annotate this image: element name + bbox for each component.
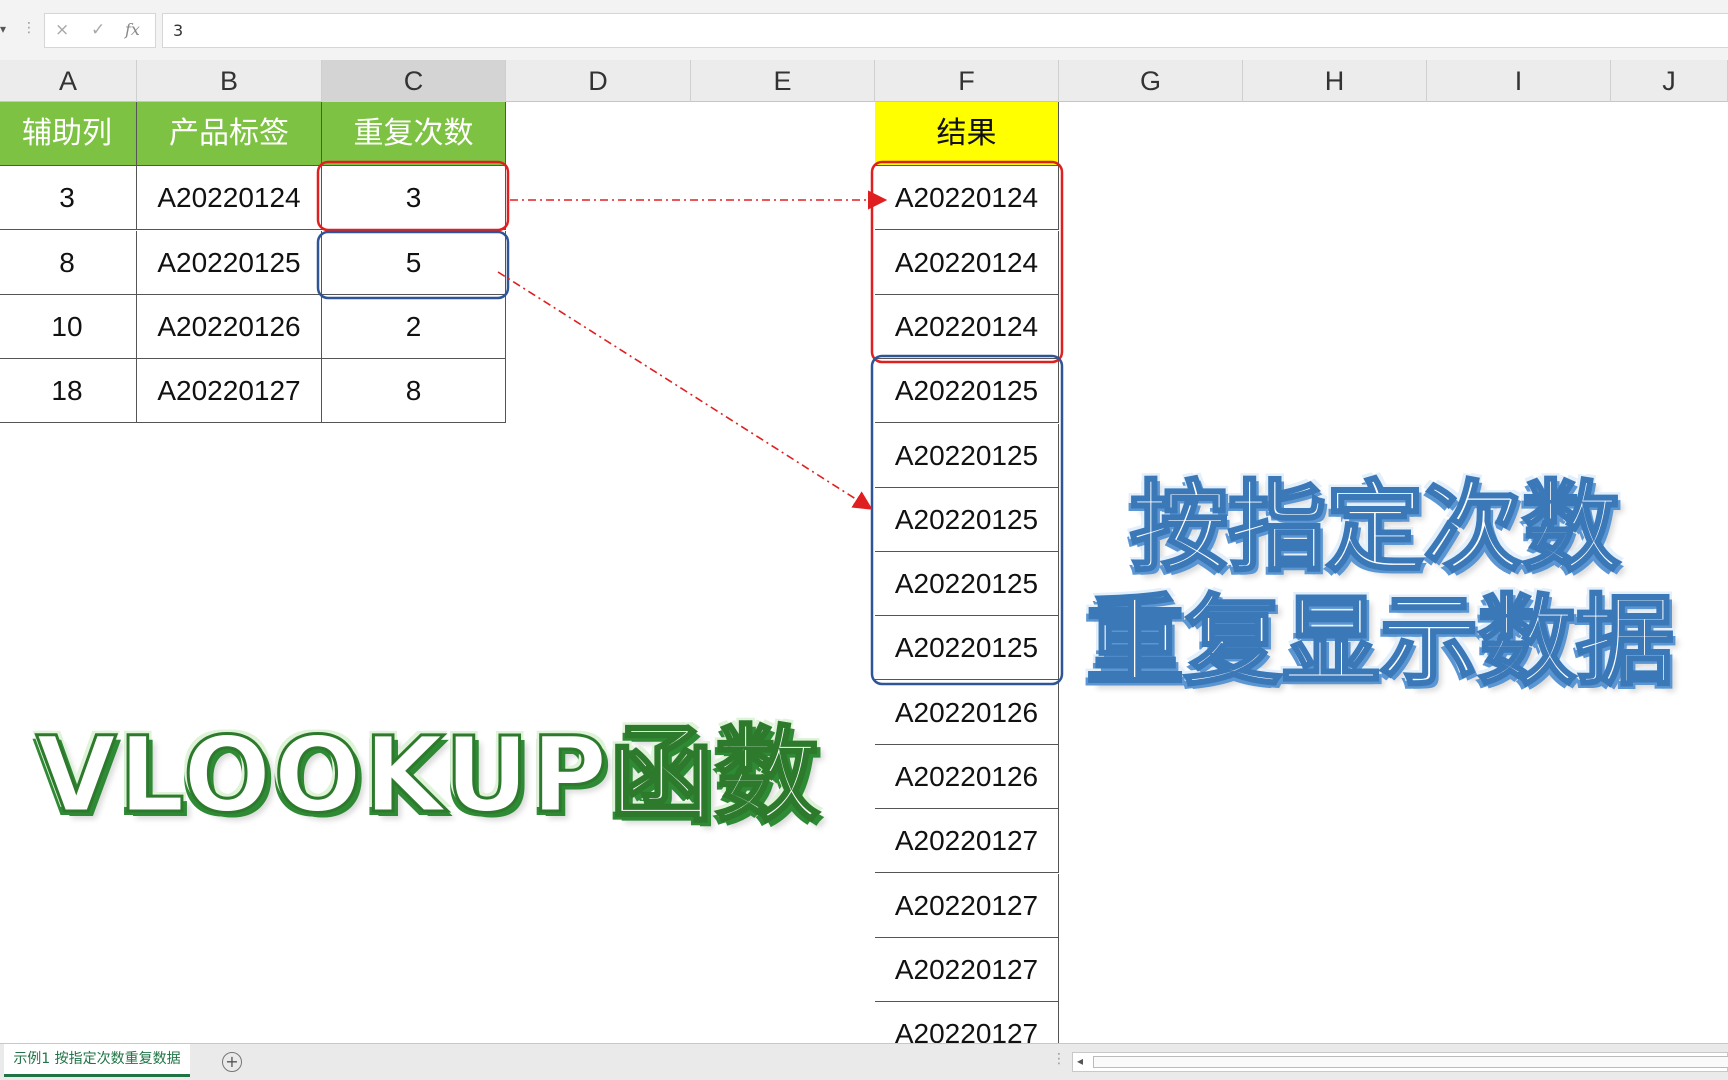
scroll-separator-icon[interactable]: ⋮	[1052, 1051, 1066, 1067]
highlight-box-result-red	[870, 160, 1064, 364]
arrow-to-result-blue	[497, 271, 873, 510]
sheet-tab[interactable]: 示例1 按指定次数重复数据	[4, 1044, 190, 1077]
scrollbar-thumb[interactable]	[1093, 1056, 1728, 1068]
horizontal-scrollbar[interactable]: ◂	[1072, 1052, 1728, 1072]
highlight-box-c4	[316, 230, 510, 300]
highlight-box-result-blue	[870, 354, 1064, 686]
status-bar: 示例1 按指定次数重复数据 + ⋮ ◂	[0, 1043, 1728, 1080]
scroll-left-icon[interactable]: ◂	[1077, 1054, 1083, 1068]
highlight-box-c3	[316, 160, 510, 232]
spreadsheet-window: ▾ ⋮ × ✓ fx 3 ABCDEFGHIJ 辅助列 产品标签 重复次数 3 A202…	[0, 0, 1728, 1080]
title-line-2: 重复显示数据	[1084, 584, 1675, 701]
vlookup-title: VLOOKUP函数	[34, 713, 822, 838]
add-sheet-icon[interactable]: +	[222, 1052, 242, 1072]
